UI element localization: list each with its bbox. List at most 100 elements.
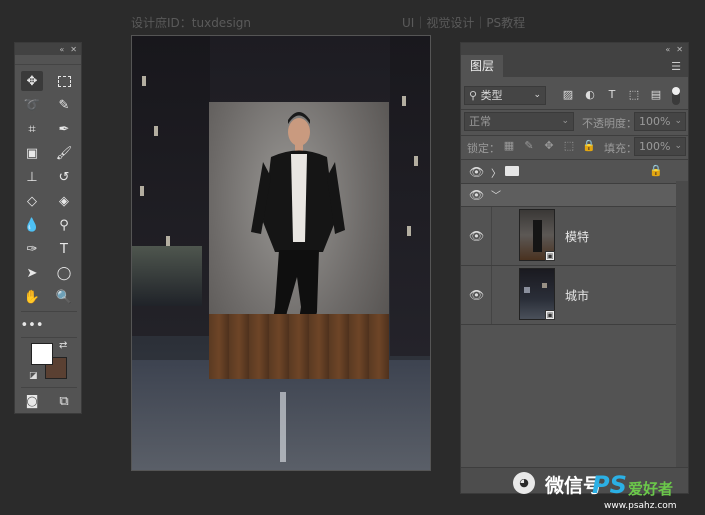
- layers-scrollbar[interactable]: [676, 181, 688, 483]
- panel-divider: [461, 109, 688, 110]
- layers-panel-header: « ✕: [461, 43, 688, 55]
- blur-tool-icon[interactable]: 💧: [21, 215, 43, 235]
- crop-tool-icon[interactable]: ⌗: [21, 119, 43, 139]
- filter-type-icon[interactable]: T: [605, 88, 619, 102]
- tools-panel: « ✕ ✥ ➰ ✎ ⌗ ✒ ▣ 🖌 ⊥ ↺ ◇ ◈ 💧 ⚲ ✑ T ➤ ◯ ✋ …: [14, 42, 82, 414]
- history-brush-tool-icon[interactable]: ↺: [53, 167, 75, 187]
- more-tools-icon[interactable]: •••: [21, 315, 44, 335]
- filter-kind-label: 类型: [480, 89, 503, 102]
- lock-fill-row: 锁定： ▦ ✎ ✥ ⬚ 🔒 填充： 100% ⌄: [464, 136, 686, 158]
- wechat-logo-icon: ◕: [513, 472, 535, 494]
- tools-panel-header: « ✕: [15, 43, 81, 55]
- lock-transparent-icon[interactable]: ▦: [502, 139, 516, 153]
- ellipse-tool-icon[interactable]: ◯: [53, 263, 75, 283]
- toolbar-divider: [21, 311, 77, 312]
- filter-smart-object-icon[interactable]: ▤: [649, 88, 663, 102]
- brush-tool-icon[interactable]: 🖌: [53, 143, 75, 163]
- filter-shape-icon[interactable]: ⬚: [627, 88, 641, 102]
- quick-select-tool-icon[interactable]: ✎: [53, 95, 75, 115]
- city-building-right: [390, 36, 430, 356]
- site-url: www.psahz.com: [604, 501, 677, 511]
- default-colors-icon[interactable]: ◪: [29, 371, 38, 381]
- clone-stamp-tool-icon[interactable]: ⊥: [21, 167, 43, 187]
- pen-tool-icon[interactable]: ✑: [21, 239, 43, 259]
- foreground-color-swatch[interactable]: [31, 343, 53, 365]
- panel-divider: [461, 324, 688, 325]
- layer-filter-row: ⚲ 类型 ⌄ ▨ ◐ T ⬚ ▤: [464, 85, 686, 107]
- blend-opacity-row: 正常 ⌄ 不透明度： 100% ⌄: [464, 111, 686, 133]
- path-selection-tool-icon[interactable]: ➤: [21, 263, 43, 283]
- folder-icon: [505, 166, 519, 176]
- filter-adjustment-icon[interactable]: ◐: [583, 88, 597, 102]
- photoshop-workspace: 设计庶ID：tuxdesign UI｜视觉设计｜PS教程 « ✕ ✥ ➰ ✎ ⌗…: [0, 0, 705, 515]
- tab-layers[interactable]: 图层: [461, 55, 504, 77]
- visibility-eye-icon[interactable]: 👁: [469, 288, 484, 302]
- move-tool-icon[interactable]: ✥: [21, 71, 43, 91]
- fill-label: 填充：: [604, 142, 637, 155]
- layer-group-row[interactable]: 👁 〉 🔒: [461, 161, 676, 183]
- smart-object-badge-icon: ▣: [545, 251, 555, 261]
- visibility-eye-icon[interactable]: 👁: [469, 229, 484, 243]
- collapse-icon[interactable]: «: [59, 45, 64, 54]
- collapse-icon[interactable]: «: [665, 45, 670, 54]
- lock-icon: 🔒: [649, 164, 663, 177]
- opacity-label: 不透明度：: [582, 117, 637, 130]
- filter-pixel-icon[interactable]: ▨: [561, 88, 575, 102]
- layer-row-model[interactable]: 👁 ▣ 模特: [461, 207, 676, 265]
- layer-subgroup-row[interactable]: 👁 ﹀: [461, 184, 676, 206]
- layer-name[interactable]: 城市: [565, 287, 589, 304]
- lasso-tool-icon[interactable]: ➰: [21, 95, 43, 115]
- quick-mask-icon[interactable]: ◙: [21, 391, 43, 411]
- paint-bucket-tool-icon[interactable]: ◈: [53, 191, 75, 211]
- fill-input[interactable]: 100% ⌄: [634, 137, 686, 156]
- marquee-tool-icon[interactable]: [53, 71, 75, 91]
- close-icon[interactable]: ✕: [70, 45, 77, 54]
- opacity-input[interactable]: 100% ⌄: [634, 112, 686, 131]
- designer-id-text: 设计庶ID：tuxdesign: [131, 16, 252, 30]
- close-icon[interactable]: ✕: [676, 45, 683, 54]
- model-photo-layer[interactable]: [209, 102, 389, 379]
- visibility-eye-icon[interactable]: 👁: [469, 188, 484, 202]
- chevron-down-icon: ⌄: [674, 141, 682, 151]
- expand-chevron-icon[interactable]: 〉: [491, 165, 501, 180]
- eyedropper-tool-icon[interactable]: ✒: [53, 119, 75, 139]
- lock-pixels-icon[interactable]: ✎: [522, 139, 536, 153]
- hand-tool-icon[interactable]: ✋: [21, 287, 43, 307]
- wooden-floor: [209, 314, 389, 379]
- toolbar-divider: [21, 337, 77, 338]
- smart-object-badge-icon: ▣: [545, 310, 555, 320]
- dodge-tool-icon[interactable]: ⚲: [53, 215, 75, 235]
- lock-position-icon[interactable]: ✥: [542, 139, 556, 153]
- panel-menu-icon[interactable]: ☰: [671, 60, 681, 73]
- zoom-tool-icon[interactable]: 🔍: [53, 287, 75, 307]
- site-breadcrumb-text: UI｜视觉设计｜PS教程: [402, 16, 526, 30]
- document-canvas[interactable]: [131, 35, 431, 471]
- lock-all-icon[interactable]: 🔒: [582, 139, 596, 153]
- layer-name[interactable]: 模特: [565, 228, 589, 245]
- layer-row-city[interactable]: 👁 ▣ 城市: [461, 266, 676, 324]
- visibility-eye-icon[interactable]: 👁: [469, 165, 484, 179]
- eraser-tool-icon[interactable]: ◇: [21, 191, 43, 211]
- collapse-chevron-icon[interactable]: ﹀: [491, 187, 501, 202]
- screen-mode-icon[interactable]: ⧉: [53, 391, 75, 411]
- filter-kind-select[interactable]: ⚲ 类型 ⌄: [464, 86, 546, 105]
- swap-colors-icon[interactable]: ⇄: [59, 340, 67, 351]
- storefront-lights: [132, 246, 202, 306]
- layer-thumbnail: ▣: [519, 209, 555, 261]
- site-logo-cn: 爱好者: [628, 480, 674, 498]
- panel-divider: [461, 159, 688, 160]
- layers-panel: « ✕ 图层 ☰ ⚲ 类型 ⌄ ▨ ◐ T ⬚ ▤ 正常 ⌄ 不透明度： 100…: [460, 42, 689, 494]
- chevron-down-icon: ⌄: [533, 90, 541, 100]
- blend-mode-label: 正常: [469, 115, 491, 128]
- road-marking: [280, 392, 286, 462]
- opacity-value: 100%: [639, 115, 671, 128]
- healing-brush-tool-icon[interactable]: ▣: [21, 143, 43, 163]
- lock-artboard-icon[interactable]: ⬚: [562, 139, 576, 153]
- site-logo: PS: [592, 471, 627, 499]
- type-tool-icon[interactable]: T: [53, 239, 75, 259]
- chevron-down-icon: ⌄: [674, 116, 682, 126]
- blend-mode-select[interactable]: 正常 ⌄: [464, 112, 574, 131]
- filter-toggle[interactable]: [672, 87, 680, 105]
- chevron-down-icon: ⌄: [561, 116, 569, 126]
- tools-panel-grip[interactable]: [15, 55, 81, 65]
